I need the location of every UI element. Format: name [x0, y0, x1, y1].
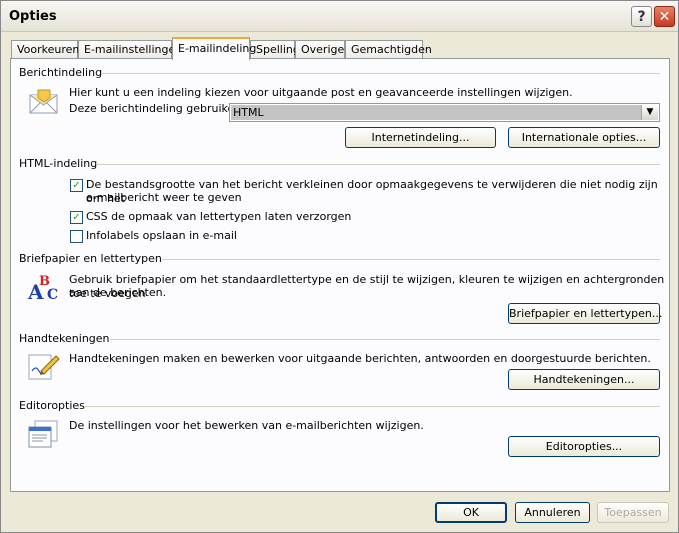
format-select-value: HTML	[231, 105, 642, 120]
css-fonts-checkbox[interactable]: ✓	[70, 211, 83, 224]
tab-voorkeuren[interactable]: Voorkeuren	[11, 40, 79, 59]
editor-description: De instellingen voor het bewerken van e-…	[69, 419, 424, 432]
signatures-description: Handtekeningen maken en bewerken voor ui…	[69, 352, 651, 365]
format-select[interactable]: HTML ▼	[229, 103, 660, 122]
separator	[147, 259, 660, 260]
options-dialog: Opties ? ✕ Voorkeuren E-mailinstellingen…	[0, 0, 679, 533]
internet-format-button[interactable]: Internetindeling...	[345, 127, 496, 148]
apply-button[interactable]: Toepassen	[597, 502, 669, 523]
separator	[93, 73, 660, 74]
tab-e-mailindeling[interactable]: E-mailindeling	[172, 37, 256, 60]
chevron-down-icon[interactable]: ▼	[641, 105, 658, 120]
tab-spelling[interactable]: Spelling	[250, 40, 300, 59]
section-label-signatures: Handtekeningen	[19, 332, 110, 345]
tab-gemachtigden[interactable]: Gemachtigden	[345, 40, 432, 59]
separator	[102, 339, 660, 340]
editor-options-button[interactable]: Editoropties...	[508, 436, 660, 457]
close-icon: ✕	[658, 8, 671, 25]
close-button[interactable]: ✕	[654, 6, 675, 27]
signature-pen-icon	[28, 354, 60, 380]
international-options-button[interactable]: Internationale opties...	[508, 127, 660, 148]
smart-tags-checkbox[interactable]	[70, 230, 83, 243]
question-icon: ?	[637, 8, 646, 25]
cancel-button[interactable]: Annuleren	[515, 502, 590, 523]
section-label-message-format: Berichtindeling	[19, 66, 103, 79]
svg-text:C: C	[47, 287, 58, 303]
ok-button[interactable]: OK	[435, 502, 507, 523]
reduce-size-label-line2: e-mailbericht weer te geven	[86, 191, 242, 204]
tab-e-mailinstellingen[interactable]: E-mailinstellingen	[78, 40, 182, 59]
tab-overige[interactable]: Overige	[295, 40, 345, 59]
fonts-icon: A B C	[27, 274, 58, 303]
help-button[interactable]: ?	[631, 6, 652, 27]
separator	[79, 406, 660, 407]
title-bar[interactable]: Opties ? ✕	[1, 1, 678, 32]
section-label-stationery: Briefpapier en lettertypen	[19, 252, 162, 265]
smart-tags-label: Infolabels opslaan in e-mail	[86, 229, 237, 242]
section-label-html-format: HTML-indeling	[19, 157, 98, 170]
editor-options-icon	[28, 420, 58, 448]
section-label-editor: Editoropties	[19, 399, 85, 412]
reduce-size-checkbox[interactable]: ✓	[70, 179, 83, 192]
signatures-button[interactable]: Handtekeningen...	[508, 369, 660, 390]
window-title: Opties	[9, 9, 57, 24]
separator	[91, 164, 660, 165]
stationery-fonts-button[interactable]: Briefpapier en lettertypen...	[508, 303, 662, 324]
envelope-icon	[29, 89, 58, 114]
message-format-description: Hier kunt u een indeling kiezen voor uit…	[69, 86, 573, 99]
stationery-description-line2: aan de berichten.	[69, 286, 167, 299]
css-fonts-label: CSS de opmaak van lettertypen laten verz…	[86, 210, 352, 223]
format-label: Deze berichtindeling gebruiken:	[69, 102, 245, 115]
